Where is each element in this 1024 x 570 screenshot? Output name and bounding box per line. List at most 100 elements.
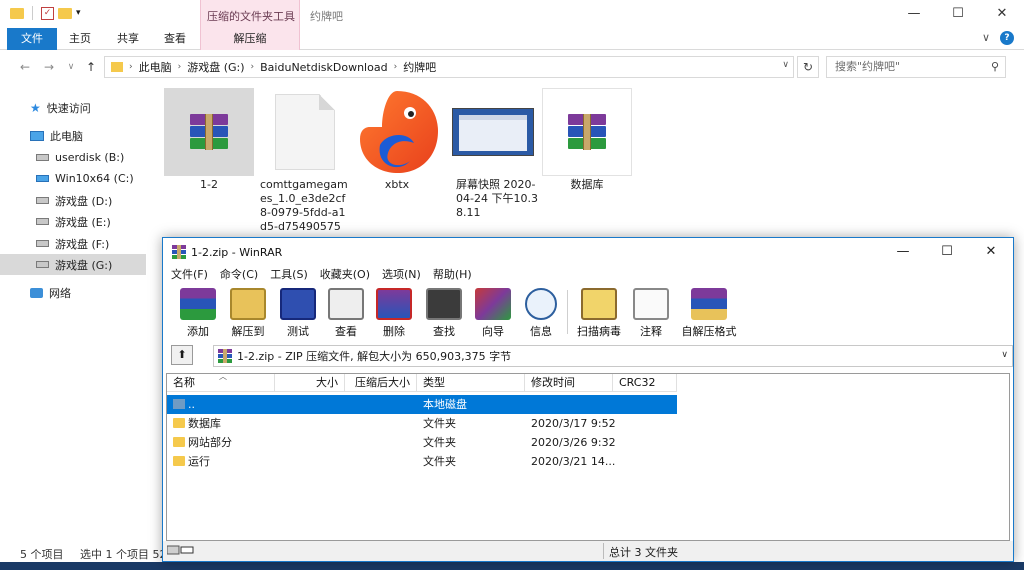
menu-help[interactable]: 帮助(H) [433, 266, 472, 284]
list-item-run[interactable]: 运行 文件夹 2020/3/21 14... [167, 452, 677, 471]
address-box[interactable]: › 此电脑 › 游戏盘 (G:) › BaiduNetdiskDownload … [104, 56, 794, 78]
column-header-crc32[interactable]: CRC32 [613, 374, 677, 392]
folder-icon [111, 62, 123, 72]
help-icon[interactable]: ? [1000, 31, 1014, 45]
winrar-maximize-button[interactable]: ☐ [925, 238, 969, 266]
drive-icon [36, 154, 49, 161]
file-name: 1-2 [200, 178, 218, 191]
menu-favorites[interactable]: 收藏夹(O) [320, 266, 370, 284]
tab-view[interactable]: 查看 [157, 28, 193, 50]
view-button[interactable]: 查看 [320, 286, 372, 339]
extract-to-button[interactable]: 解压到 [222, 286, 274, 339]
menu-options[interactable]: 选项(N) [382, 266, 421, 284]
sidebar-item-drive-e[interactable]: 游戏盘 (E:) [0, 211, 146, 232]
parent-folder-icon [173, 399, 185, 409]
menu-file[interactable]: 文件(F) [171, 266, 208, 284]
breadcrumb-this-pc[interactable]: 此电脑 [139, 59, 172, 75]
zip-archive-icon [218, 349, 232, 363]
close-button[interactable]: ✕ [980, 0, 1024, 28]
app-icon [360, 91, 438, 173]
properties-icon[interactable]: ✓ [41, 6, 54, 20]
row-name: 运行 [173, 452, 210, 471]
chevron-right-icon: › [177, 62, 182, 72]
file-tile-comttgame[interactable]: comttgamegames_1.0_e3de2cf8-0979-5fdd-a1… [258, 88, 352, 247]
status-divider [603, 543, 604, 559]
file-tile-1-2[interactable]: 1-2 [162, 88, 256, 238]
chevron-right-icon: › [129, 62, 133, 72]
list-item-website[interactable]: 网站部分 文件夹 2020/3/26 9:32 [167, 433, 677, 452]
sidebar-item-this-pc[interactable]: 此电脑 [0, 125, 146, 146]
customize-qat-icon[interactable]: ▾ [76, 8, 81, 18]
drive-icon [36, 261, 49, 268]
menu-tools[interactable]: 工具(S) [270, 266, 308, 284]
archive-path-box[interactable]: 1-2.zip - ZIP 压缩文件, 解包大小为 650,903,375 字节… [213, 345, 1013, 367]
new-folder-icon[interactable] [58, 7, 72, 19]
minimize-button[interactable]: — [892, 0, 936, 28]
sidebar-item-drive-f[interactable]: 游戏盘 (F:) [0, 233, 146, 254]
back-button[interactable]: ← [16, 58, 34, 76]
column-header-packed[interactable]: 压缩后大小 [345, 374, 417, 392]
folder-icon[interactable] [10, 7, 24, 19]
maximize-button[interactable]: ☐ [936, 0, 980, 28]
file-thumbnail [260, 88, 350, 176]
sfx-button[interactable]: 自解压格式 [679, 286, 739, 339]
toolbar-divider [567, 290, 568, 334]
column-header-type[interactable]: 类型 [417, 374, 525, 392]
column-header-modified[interactable]: 修改时间 [525, 374, 613, 392]
list-item-database[interactable]: 数据库 文件夹 2020/3/17 9:52 [167, 414, 677, 433]
screenshot-thumbnail [452, 108, 534, 156]
file-tile-screenshot[interactable]: 屏幕快照 2020-04-24 下午10.38.11 [446, 88, 540, 238]
comment-button[interactable]: 注释 [625, 286, 677, 339]
row-name: 网站部分 [173, 433, 232, 452]
sidebar-item-drive-g[interactable]: 游戏盘 (G:) [0, 254, 146, 275]
sidebar-item-network[interactable]: 网络 [0, 282, 146, 303]
winrar-status-bar: 总计 3 文件夹 [163, 541, 1013, 561]
find-button[interactable]: 查找 [418, 286, 470, 339]
tab-home[interactable]: 主页 [62, 28, 98, 50]
file-tile-database[interactable]: 数据库 [540, 88, 634, 238]
recent-locations-button[interactable]: ∨ [62, 58, 80, 76]
forward-button[interactable]: → [40, 58, 58, 76]
delete-button[interactable]: 删除 [368, 286, 420, 339]
sidebar-item-drive-c[interactable]: Win10x64 (C:) [0, 168, 146, 189]
breadcrumb-current[interactable]: 约牌吧 [403, 59, 436, 75]
breadcrumb-drive-g[interactable]: 游戏盘 (G:) [187, 59, 244, 75]
chevron-down-icon[interactable]: ∨ [782, 60, 789, 70]
add-button[interactable]: 添加 [172, 286, 224, 339]
sidebar-item-quick-access[interactable]: ★ 快速访问 [0, 97, 146, 118]
tab-file[interactable]: 文件 [7, 28, 57, 50]
scan-virus-button[interactable]: 扫描病毒 [573, 286, 625, 339]
info-button[interactable]: 信息 [515, 286, 567, 339]
refresh-button[interactable]: ↻ [797, 56, 819, 78]
menu-commands[interactable]: 命令(C) [220, 266, 258, 284]
delete-icon [376, 288, 412, 320]
wizard-button[interactable]: 向导 [467, 286, 519, 339]
column-header-size[interactable]: 大小 [275, 374, 345, 392]
chevron-down-icon[interactable]: ∨ [1001, 350, 1008, 360]
breadcrumb-baidu[interactable]: BaiduNetdiskDownload [260, 61, 387, 74]
winrar-archive-icon [568, 114, 606, 150]
wizard-icon [475, 288, 511, 320]
divider [32, 6, 33, 20]
test-button[interactable]: 测试 [272, 286, 324, 339]
up-one-level-button[interactable]: ⬆ [171, 345, 193, 365]
drive-status-icon[interactable] [166, 544, 195, 559]
tab-extract[interactable]: 解压缩 [200, 28, 300, 50]
explorer-titlebar: ✓ ▾ [0, 0, 1024, 28]
up-button[interactable]: ↑ [82, 58, 100, 76]
document-icon [275, 94, 335, 170]
folder-icon [173, 437, 185, 447]
sidebar-item-label: userdisk (B:) [55, 151, 125, 164]
file-tile-xbtx[interactable]: xbtx [350, 88, 444, 238]
list-item-parent[interactable]: .. 本地磁盘 [167, 395, 677, 414]
sidebar-item-drive-b[interactable]: userdisk (B:) [0, 147, 146, 168]
quick-access-toolbar: ✓ ▾ [10, 6, 81, 20]
sidebar-item-drive-d[interactable]: 游戏盘 (D:) [0, 190, 146, 211]
expand-ribbon-icon[interactable]: ∨ [982, 31, 990, 45]
tab-share[interactable]: 共享 [110, 28, 146, 50]
sidebar-item-label: 网络 [49, 286, 71, 300]
winrar-minimize-button[interactable]: — [881, 238, 925, 266]
search-input[interactable]: 搜索"约牌吧" ⚲ [826, 56, 1006, 78]
winrar-close-button[interactable]: ✕ [969, 238, 1013, 266]
row-name: .. [173, 395, 195, 414]
